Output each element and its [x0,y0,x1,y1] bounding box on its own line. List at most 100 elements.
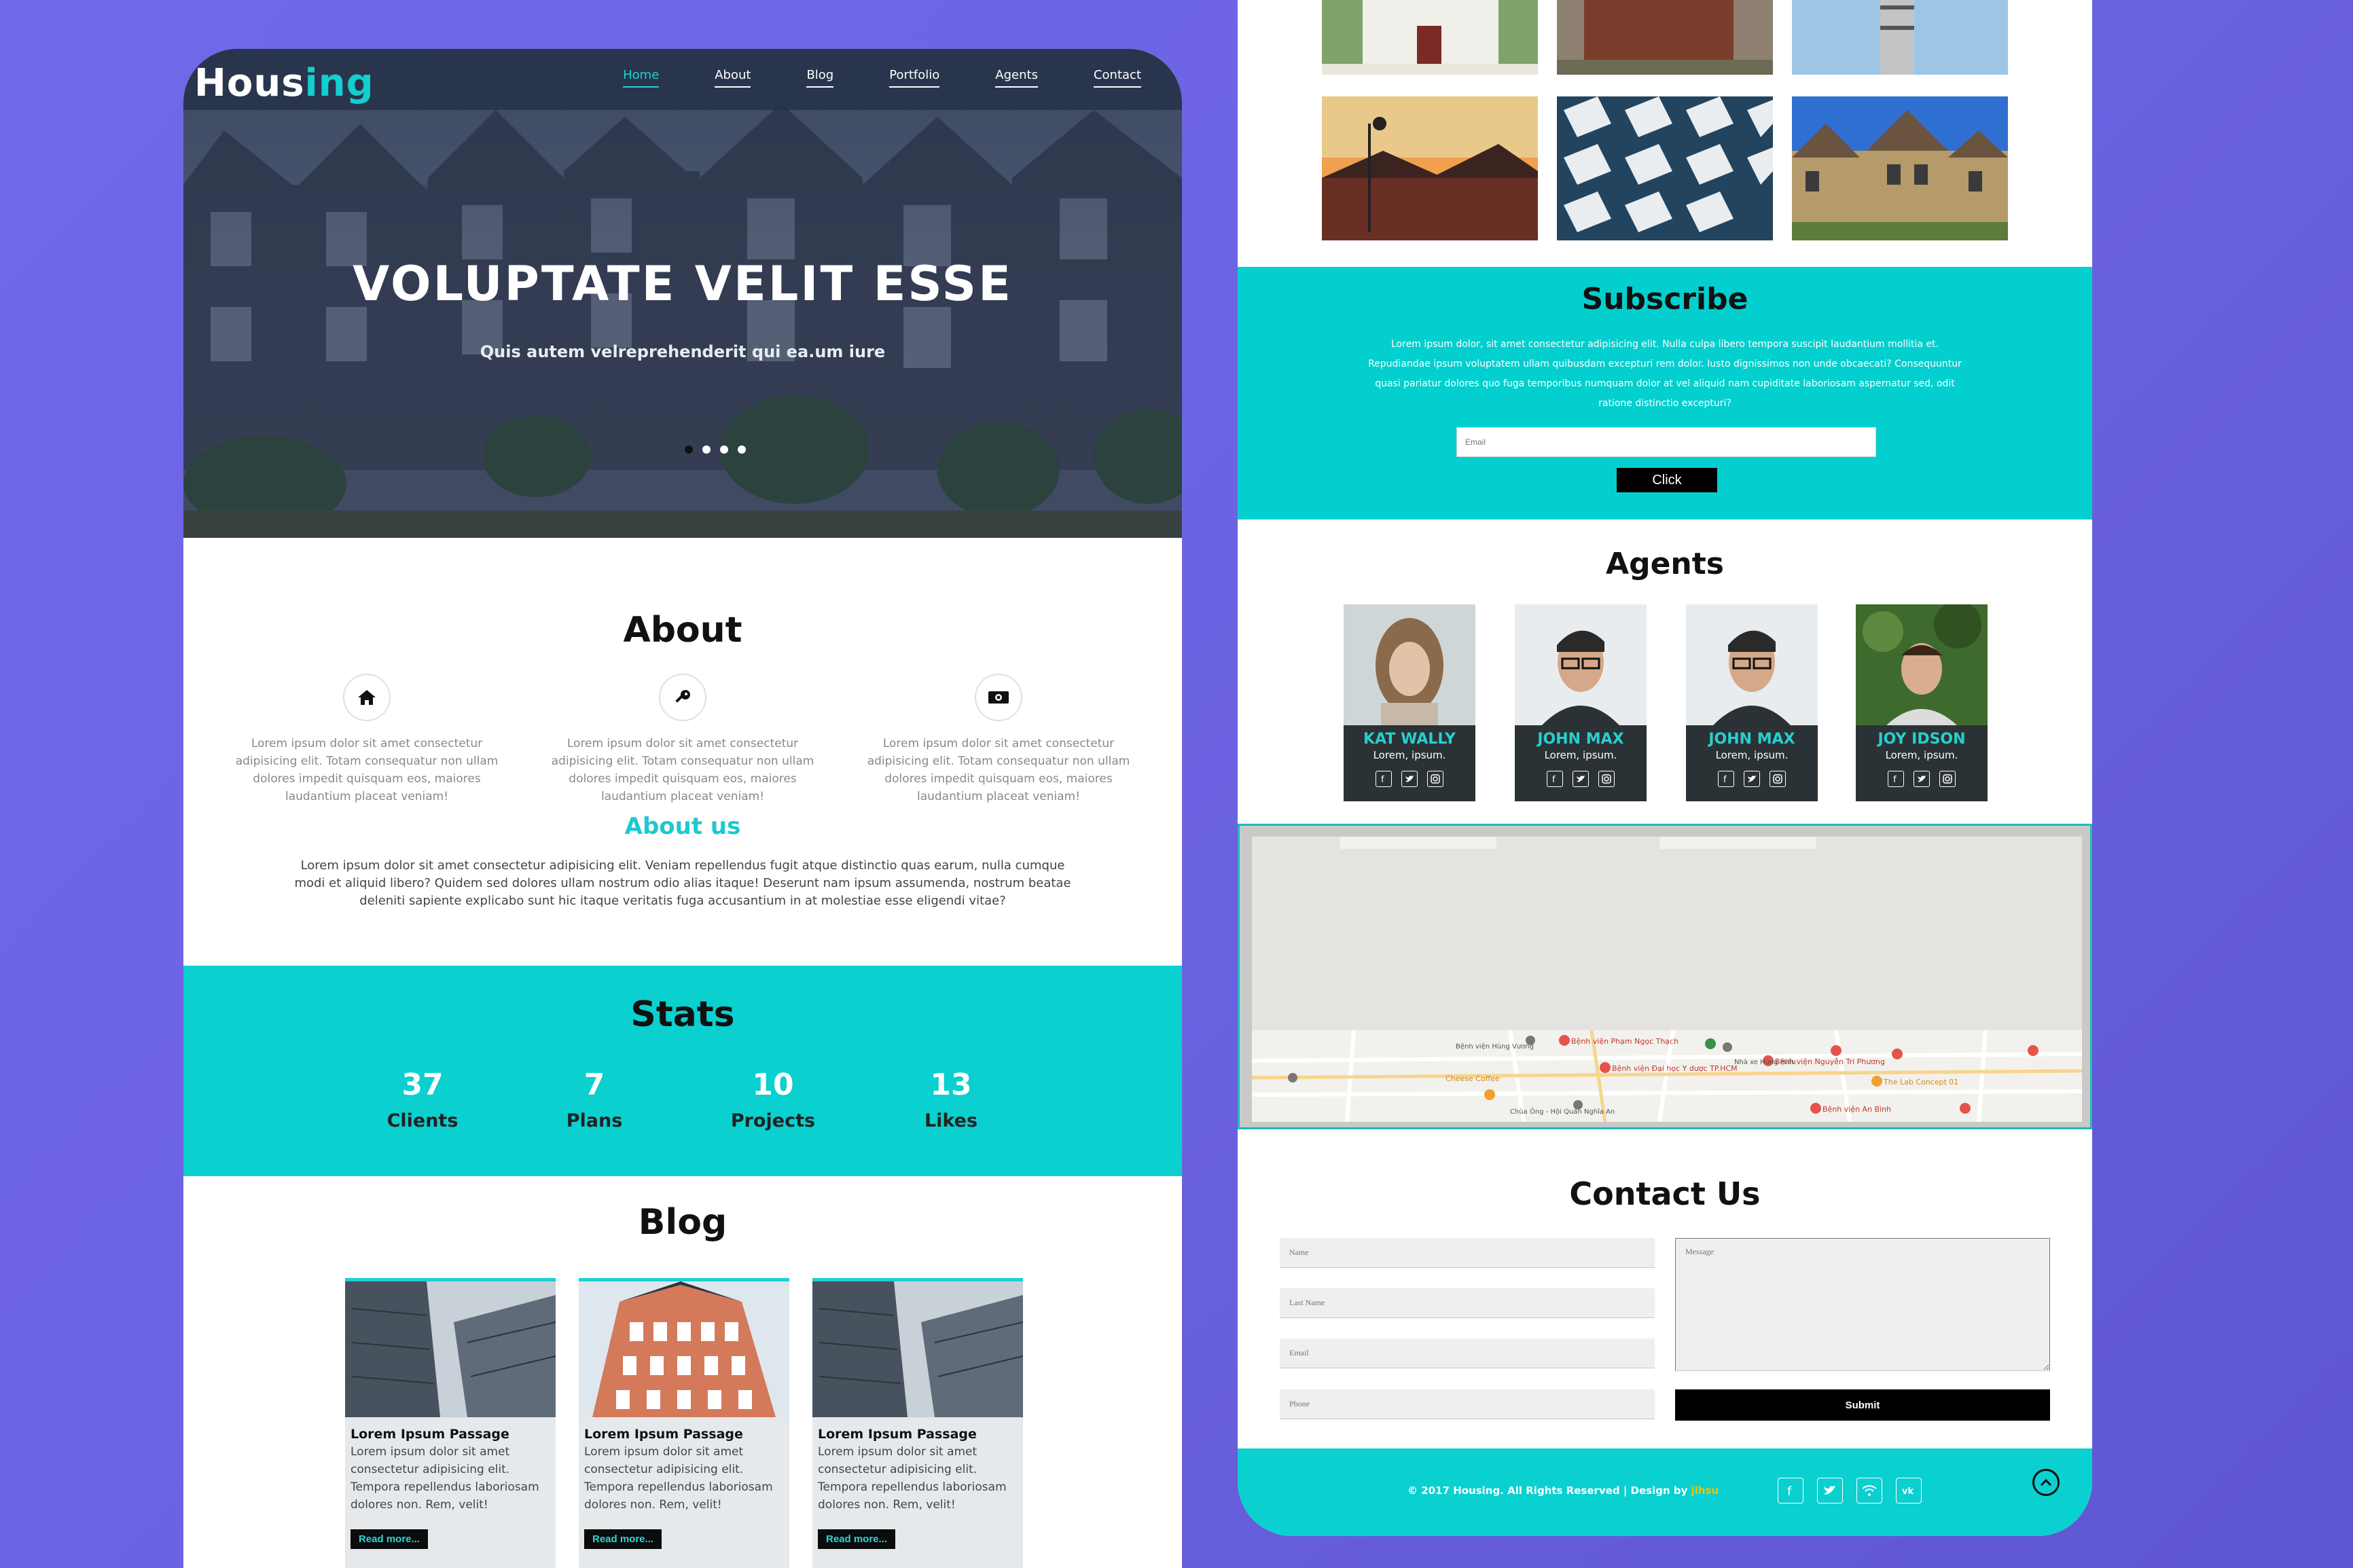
street-map: Bệnh viện Phạm Ngọc Thạch Bệnh viện Đại … [1252,837,2082,1122]
svg-text:f: f [1552,775,1556,784]
agent-role: Lorem, ipsum. [1373,749,1446,761]
stat-label: Plans [566,1110,623,1131]
agent-photo [1686,604,1818,725]
subscribe-email-input[interactable] [1456,427,1876,457]
wifi-icon[interactable] [1856,1478,1882,1503]
read-more-button[interactable]: Read more... [351,1529,429,1549]
gallery-image[interactable] [1792,96,2008,240]
nav-contact[interactable]: Contact [1093,68,1141,88]
agents-title: Agents [1606,547,1724,581]
agent-card: JOY IDSON Lorem, ipsum. f [1856,601,1988,801]
stat-likes: 13 Likes [863,1068,1039,1131]
map-label: Bệnh viện Đại học Y dược TP.HCM [1612,1064,1738,1073]
blog-card-title: Lorem Ipsum Passage [351,1427,509,1442]
feature-money: Lorem ipsum dolor sit amet consectetur a… [856,674,1141,805]
chevron-up-icon [2040,1478,2052,1487]
nav-home[interactable]: Home [623,68,660,88]
agent-card: JOHN MAX Lorem, ipsum. f [1686,604,1818,801]
agent-socials: f [1515,771,1647,787]
gallery-image[interactable] [1322,96,1538,240]
blog-card-title: Lorem Ipsum Passage [818,1427,977,1442]
stat-plans: 7 Plans [506,1068,683,1131]
logo-accent-text: ing [304,61,374,105]
facebook-icon[interactable]: f [1547,771,1563,787]
blog-title: Blog [638,1202,728,1243]
subscribe-button[interactable]: Click [1617,468,1717,492]
instagram-icon[interactable] [1770,771,1786,787]
slider-dot-2[interactable] [702,445,711,454]
blog-card-image [345,1281,556,1417]
blog-section: Blog Lorem Ipsum Passage Lorem ipsum dol… [183,1176,1182,1568]
brand-logo[interactable]: Housing [194,61,374,105]
blog-card[interactable]: Lorem Ipsum Passage Lorem ipsum dolor si… [812,1278,1024,1568]
footer-socials: f vk [1778,1478,1922,1503]
gallery-image[interactable] [1322,0,1538,75]
blog-card-title: Lorem Ipsum Passage [584,1427,743,1442]
slider-dots [685,445,746,454]
nav-about[interactable]: About [715,68,751,88]
agent-name: JOHN MAX [1708,731,1795,748]
gallery-image[interactable] [1557,0,1773,75]
gallery-image[interactable] [1792,0,2008,75]
feature-key: Lorem ipsum dolor sit amet consectetur a… [540,674,825,805]
footer: © 2017 Housing. All Rights Reserved | De… [1238,1448,2092,1536]
money-icon [975,674,1022,721]
feature-text: Lorem ipsum dolor sit amet consectetur a… [867,737,1130,803]
message-field[interactable] [1675,1238,2050,1371]
feature-text: Lorem ipsum dolor sit amet consectetur a… [235,737,499,803]
slider-dot-4[interactable] [738,445,746,454]
agent-name: KAT WALLY [1363,731,1456,748]
twitter-icon[interactable] [1817,1478,1843,1503]
slider-dot-3[interactable] [720,445,728,454]
read-more-button[interactable]: Read more... [818,1529,896,1549]
instagram-icon[interactable] [1939,771,1956,787]
nav-portfolio[interactable]: Portfolio [889,68,940,88]
facebook-icon[interactable]: f [1888,771,1904,787]
last-name-field[interactable] [1280,1288,1655,1318]
stat-number: 37 [401,1068,444,1102]
agent-name: JOHN MAX [1537,731,1624,748]
nav-agents[interactable]: Agents [995,68,1038,88]
svg-text:f: f [1723,775,1727,784]
agent-name: JOY IDSON [1878,731,1966,748]
agent-card: JOHN MAX Lorem, ipsum. f [1515,604,1647,801]
gallery-image[interactable] [1557,96,1773,240]
about-us-title: About us [624,813,741,840]
twitter-icon[interactable] [1914,771,1930,787]
email-field[interactable] [1280,1338,1655,1368]
phone-field[interactable] [1280,1389,1655,1419]
stat-label: Clients [387,1110,459,1131]
facebook-icon[interactable]: f [1718,771,1734,787]
agent-role: Lorem, ipsum. [1885,749,1958,761]
submit-button[interactable]: Submit [1675,1389,2050,1421]
read-more-button[interactable]: Read more... [584,1529,662,1549]
copyright-text: © 2017 Housing. All Rights Reserved | De… [1407,1484,1719,1497]
map-embed[interactable]: Bệnh viện Phạm Ngọc Thạch Bệnh viện Đại … [1238,824,2092,1129]
hero-subtitle: Quis autem velreprehenderit qui ea.um iu… [480,342,886,361]
instagram-icon[interactable] [1598,771,1615,787]
facebook-icon[interactable]: f [1778,1478,1803,1503]
blog-card[interactable]: Lorem Ipsum Passage Lorem ipsum dolor si… [579,1278,789,1568]
left-page-panel: Housing Home About Blog Portfolio Agents… [183,49,1182,1568]
stat-label: Projects [730,1110,816,1131]
twitter-icon[interactable] [1573,771,1589,787]
instagram-icon[interactable] [1427,771,1443,787]
scroll-to-top-button[interactable] [2032,1469,2060,1496]
agent-role: Lorem, ipsum. [1544,749,1617,761]
designer-link[interactable]: jlhsu [1691,1484,1719,1497]
facebook-icon[interactable]: f [1376,771,1392,787]
blog-card[interactable]: Lorem Ipsum Passage Lorem ipsum dolor si… [345,1278,556,1568]
svg-text:vk: vk [1902,1487,1914,1495]
name-field[interactable] [1280,1238,1655,1268]
twitter-icon[interactable] [1744,771,1760,787]
svg-text:f: f [1893,775,1897,784]
slider-dot-1[interactable] [685,445,693,454]
copyright-label: © 2017 Housing. All Rights Reserved | De… [1407,1484,1691,1497]
agent-photo [1344,604,1475,725]
twitter-icon[interactable] [1401,771,1418,787]
vk-icon[interactable]: vk [1896,1478,1922,1503]
nav-blog[interactable]: Blog [806,68,834,88]
navbar: Housing Home About Blog Portfolio Agents… [183,49,1182,110]
map-canvas[interactable]: Bệnh viện Phạm Ngọc Thạch Bệnh viện Đại … [1252,837,2082,1122]
stat-number: 10 [752,1068,794,1102]
